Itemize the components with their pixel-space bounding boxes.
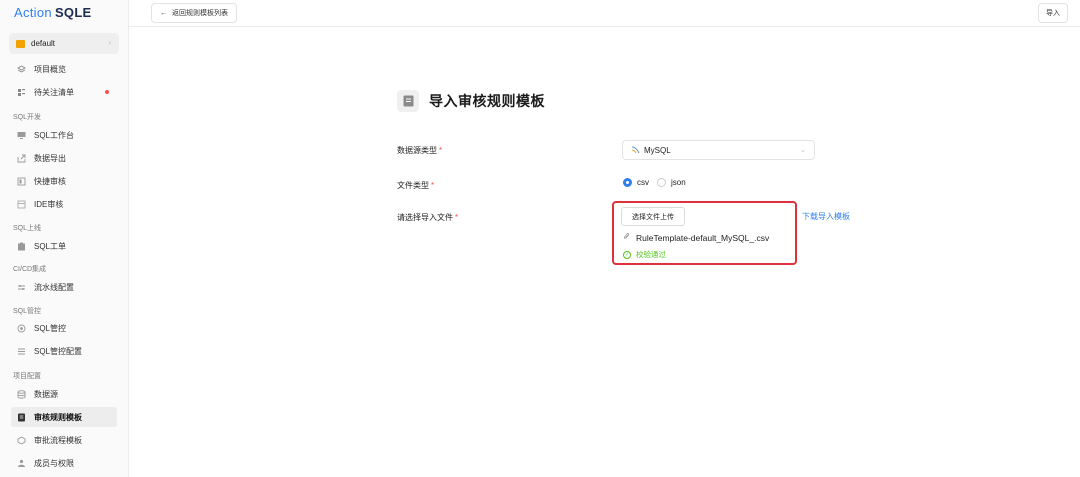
- sidebar-item-label: 成员与权限: [34, 458, 74, 468]
- sidebar-item-label: 项目概览: [34, 64, 66, 74]
- nav-group-sql-control: SQL管控: [13, 308, 42, 315]
- db-type-value: MySQL: [644, 145, 671, 155]
- radio-json[interactable]: [657, 178, 666, 187]
- nav-group-project-config: 项目配置: [13, 373, 41, 380]
- nav-group-sql-release: SQL上线: [13, 225, 42, 232]
- control-config-icon: [17, 347, 26, 356]
- file-type-radio-group: csv json: [623, 178, 694, 187]
- verify-text: 校验通过: [636, 250, 666, 259]
- sidebar-item-workbench[interactable]: SQL工作台: [11, 125, 117, 145]
- sidebar-item-watchlist[interactable]: 待关注清单: [11, 82, 117, 102]
- import-button[interactable]: 导入: [1038, 3, 1068, 23]
- sidebar-item-label: SQL管控: [34, 323, 67, 333]
- sidebar-item-pipeline[interactable]: 流水线配置: [11, 277, 117, 297]
- document-icon: [397, 90, 419, 112]
- pipeline-icon: [17, 283, 26, 292]
- chevron-down-icon: ⌄: [800, 147, 806, 154]
- db-type-select[interactable]: MySQL ⌄: [622, 140, 815, 160]
- brand-part2: SQLE: [54, 5, 92, 20]
- verify-status: ✓ 校验通过: [623, 249, 666, 260]
- sidebar-item-approval-flow[interactable]: 审批流程模板: [11, 430, 117, 450]
- app-root: Action SQLE default › 项目概览 待关注清单 SQL开发 SQ…: [0, 0, 1080, 477]
- sidebar-item-control-config[interactable]: SQL管控配置: [11, 341, 117, 361]
- sidebar-item-label: 数据导出: [34, 153, 66, 163]
- rule-template-icon: [17, 413, 26, 422]
- back-to-list-button[interactable]: ← 返回规则模板列表: [151, 3, 237, 23]
- file-select-label-text: 请选择导入文件: [397, 213, 453, 222]
- ticket-icon: [17, 242, 26, 251]
- file-select-label: 请选择导入文件 *: [397, 212, 458, 223]
- sidebar-item-ide-audit[interactable]: IDE审核: [11, 194, 117, 214]
- uploaded-file-item[interactable]: RuleTemplate-default_MySQL_.csv: [623, 232, 769, 243]
- radio-label-csv: csv: [637, 178, 649, 187]
- quick-audit-icon: [17, 177, 26, 186]
- ide-audit-icon: [17, 200, 26, 209]
- sidebar-item-label: IDE审核: [34, 199, 64, 209]
- notification-dot: [105, 90, 109, 94]
- export-icon: [17, 154, 26, 163]
- sidebar-item-control[interactable]: SQL管控: [11, 318, 117, 338]
- project-selector[interactable]: default ›: [9, 33, 119, 54]
- sidebar-item-members[interactable]: 成员与权限: [11, 453, 117, 473]
- sidebar-item-label: SQL工单: [34, 241, 67, 251]
- radio-option-json[interactable]: json: [657, 178, 686, 187]
- top-bar: ← 返回规则模板列表 导入: [129, 0, 1080, 27]
- sidebar-item-export[interactable]: 数据导出: [11, 148, 117, 168]
- radio-option-csv[interactable]: csv: [623, 178, 649, 187]
- approval-flow-icon: [17, 435, 26, 445]
- chevron-right-icon: ›: [108, 38, 111, 47]
- file-name: RuleTemplate-default_MySQL_.csv: [636, 232, 770, 243]
- sidebar-item-label: 流水线配置: [34, 282, 74, 292]
- watchlist-icon: [17, 88, 26, 97]
- flag-icon: [16, 39, 25, 48]
- db-type-label: 数据源类型 *: [397, 145, 442, 156]
- sidebar-item-label: SQL工作台: [34, 130, 75, 140]
- sidebar-item-ticket[interactable]: SQL工单: [11, 236, 117, 256]
- nav-group-cicd: CI/CD集成: [13, 266, 47, 273]
- overview-icon: [17, 64, 26, 74]
- file-type-label-text: 文件类型: [397, 181, 429, 190]
- workbench-icon: [17, 131, 26, 140]
- brand-part1: Action: [14, 5, 52, 20]
- sidebar-item-overview[interactable]: 项目概览: [11, 59, 117, 79]
- form-title-area: 导入审核规则模板: [397, 90, 545, 112]
- page-title: 导入审核规则模板: [429, 93, 545, 109]
- sidebar-item-quick-audit[interactable]: 快捷审核: [11, 171, 117, 191]
- project-name: default: [31, 39, 56, 48]
- db-type-label-text: 数据源类型: [397, 146, 437, 155]
- sidebar-item-label: 待关注清单: [34, 87, 74, 97]
- radio-csv[interactable]: [623, 178, 632, 187]
- nav-group-sql-dev: SQL开发: [13, 114, 42, 121]
- sidebar-item-label: 数据源: [34, 389, 58, 399]
- required-mark: *: [455, 213, 459, 222]
- required-mark: *: [431, 181, 435, 190]
- sidebar-item-label: 审核规则模板: [34, 412, 82, 422]
- datasource-icon: [17, 389, 26, 399]
- brand-logo[interactable]: Action SQLE: [14, 5, 92, 20]
- upload-file-button[interactable]: 选择文件上传: [621, 207, 685, 226]
- sidebar: Action SQLE default › 项目概览 待关注清单 SQL开发 SQ…: [0, 0, 129, 477]
- download-template-link[interactable]: 下载导入模板: [802, 211, 850, 222]
- mysql-icon: [631, 145, 640, 156]
- file-type-label: 文件类型 *: [397, 180, 434, 191]
- arrow-left-icon: ←: [160, 9, 167, 17]
- control-icon: [17, 324, 26, 333]
- radio-label-json: json: [671, 178, 686, 187]
- sidebar-item-label: SQL管控配置: [34, 346, 83, 356]
- sidebar-item-label: 快捷审核: [34, 176, 66, 186]
- sidebar-item-rule-template[interactable]: 审核规则模板: [11, 407, 117, 427]
- sidebar-item-label: 审批流程模板: [34, 435, 82, 445]
- sidebar-item-datasource[interactable]: 数据源: [11, 384, 117, 404]
- required-mark: *: [439, 146, 443, 155]
- check-circle-icon: ✓: [623, 250, 631, 259]
- paperclip-icon: [623, 232, 630, 243]
- members-icon: [17, 459, 26, 468]
- back-button-label: 返回规则模板列表: [172, 10, 228, 17]
